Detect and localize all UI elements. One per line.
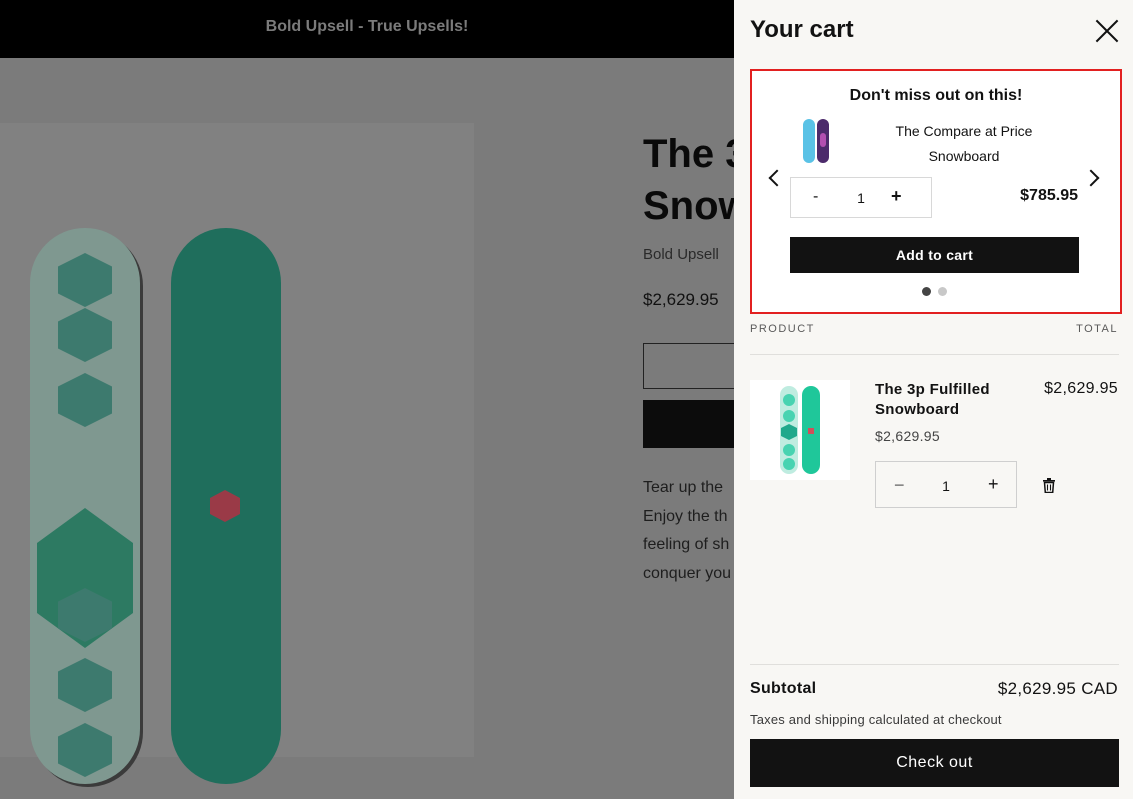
chevron-left-icon[interactable] [764,167,786,189]
snowboard-top-thumb [780,386,798,474]
product-title: The 3 Snow [643,132,734,228]
decrease-quantity-button[interactable]: − [894,475,905,496]
upsell-decrease-button[interactable]: - [813,188,818,206]
column-header-total: TOTAL [1076,323,1118,335]
buy-now-button-bg [643,400,734,448]
announcement-text: Bold Upsell - True Upsells! [265,18,469,35]
cart-item-unit-price: $2,629.95 [875,428,940,444]
hex-decoration [783,410,795,422]
trash-icon-glyph [1043,478,1055,494]
hex-decoration [781,424,797,440]
cart-item-title[interactable]: The 3p Fulfilled Snowboard [875,380,1025,420]
carousel-dot[interactable] [938,287,947,296]
trash-icon[interactable] [1042,478,1056,494]
product-description: Tear up the Enjoy the th feeling of sh c… [643,479,732,582]
cart-drawer: Your cart Don't miss out on this! The Co… [734,0,1133,799]
product-page-overlay[interactable]: The 3 Snow Bold Upsell $2,629.95 Tear up… [0,58,734,799]
close-icon[interactable] [1092,16,1122,46]
add-to-cart-button-bg [643,343,734,389]
product-media [0,123,474,784]
checkout-button[interactable]: Check out [750,739,1119,787]
increase-quantity-button[interactable]: + [988,474,999,495]
upsell-widget: Don't miss out on this! The Compare at P… [750,69,1122,314]
hex-decoration [58,253,112,307]
upsell-increase-button[interactable]: + [891,186,902,207]
hex-decoration [58,658,112,712]
cart-item-quantity-stepper: − 1 + [875,461,1017,508]
hex-decoration [783,394,795,406]
chevron-right-icon[interactable] [1082,167,1104,189]
upsell-product-name[interactable]: The Compare at Price Snowboard [870,119,1058,169]
logo-mark [808,428,814,434]
tax-note: Taxes and shipping calculated at checkou… [750,712,1002,727]
upsell-add-to-cart-button[interactable]: Add to cart [790,237,1079,273]
product-price: $2,629.95 [643,290,719,309]
hex-decoration [58,308,112,362]
hex-decoration [58,373,112,427]
column-header-product: PRODUCT [750,323,815,335]
hex-decoration [783,444,795,456]
cart-title: Your cart [750,16,854,43]
logo-mark [210,490,240,522]
upsell-quantity-stepper: - 1 + [790,177,932,218]
upsell-price: $785.95 [1020,187,1078,204]
quantity-input[interactable]: 1 [938,478,954,494]
divider [750,664,1119,665]
upsell-heading: Don't miss out on this! [849,87,1023,104]
cart-item-line-total: $2,629.95 [1044,380,1118,397]
product-vendor: Bold Upsell [643,246,719,263]
subtotal-label: Subtotal [750,680,817,697]
carousel-dot-active[interactable] [922,287,931,296]
divider [750,354,1119,355]
upsell-product-image[interactable] [803,119,831,165]
hex-decoration [783,458,795,470]
snowboard-base-thumb [817,119,829,163]
snowboard-base-thumb [802,386,820,474]
cart-item-image[interactable] [750,380,850,480]
snowboard-base-image [171,228,281,784]
snowboard-top-thumb [803,119,815,163]
subtotal-value: $2,629.95 CAD [997,679,1118,698]
snowboard-top-image [30,228,140,784]
hex-decoration [58,723,112,777]
upsell-quantity-input[interactable]: 1 [853,190,869,206]
